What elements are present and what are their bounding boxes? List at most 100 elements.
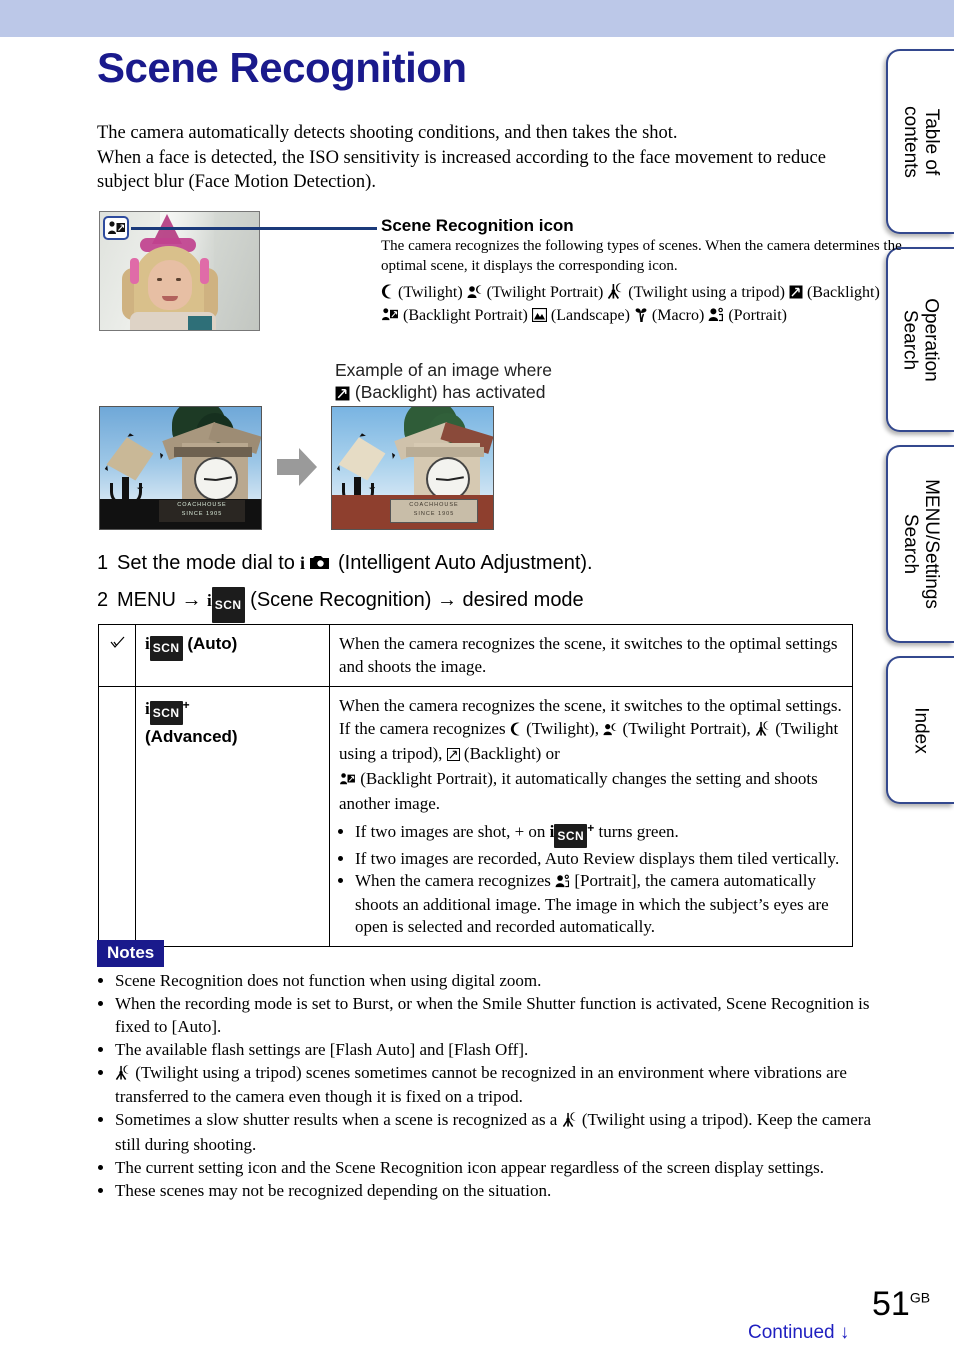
table-row: i SCN (Auto) When the camera recognizes t…	[98, 624, 853, 687]
example-caption: Example of an image where (Backlight) ha…	[335, 359, 552, 406]
sign-line-1: COACHHOUSE	[177, 502, 227, 508]
portrait-icon	[555, 872, 570, 894]
continued-label: Continued	[748, 1322, 835, 1343]
intro-line-1: The camera automatically detects shootin…	[97, 123, 678, 143]
list-item: These scenes may not be recognized depen…	[115, 1180, 883, 1203]
callout-body-text: The camera recognizes the following type…	[381, 238, 902, 274]
mode-label-auto: (Auto)	[187, 634, 238, 653]
procedure-steps: 1 Set the mode dial to i (Intelligent Aut…	[97, 546, 857, 623]
step-1: 1 Set the mode dial to i (Intelligent Aut…	[97, 546, 857, 583]
tab-index[interactable]: Index	[886, 656, 954, 804]
backlight-icon	[789, 284, 803, 305]
list-item: If two images are shot, + on iSCN+ turns…	[355, 817, 843, 848]
callout-heading: Scene Recognition icon	[381, 216, 574, 235]
continued-link[interactable]: Continued ↓	[748, 1322, 849, 1344]
step-2-text-after: desired mode	[462, 589, 584, 611]
sign-line-2: SINCE 1905	[181, 511, 223, 517]
backlight-icon	[335, 384, 350, 406]
twilight-tripod-icon	[607, 283, 624, 305]
mode-description-cell-auto: When the camera recognizes the scene, it…	[329, 624, 853, 687]
svg-text:i: i	[300, 553, 305, 572]
scene-label-portrait: (Portrait)	[728, 307, 787, 324]
step-1-text-after: (Intelligent Auto Adjustment).	[338, 552, 593, 574]
scene-types-list: (Twilight) (Twilight Portrait) (Twilight…	[381, 282, 947, 328]
scene-label-backlight-portrait: (Backlight Portrait)	[403, 307, 528, 324]
right-arrow-icon	[277, 448, 317, 486]
twilight-portrait-icon	[603, 719, 618, 742]
step-2-text-mid: (Scene Recognition)	[250, 589, 432, 611]
mode-description-cell-advanced: When the camera recognizes the scene, it…	[329, 686, 853, 947]
intro-paragraph: The camera automatically detects shootin…	[97, 121, 842, 195]
step-2-number: 2	[97, 589, 109, 611]
list-item: If two images are recorded, Auto Review …	[355, 848, 843, 870]
backlight-portrait-icon	[339, 769, 356, 792]
i-scn-plus-icon: SCN	[554, 824, 588, 848]
check-icon	[110, 634, 125, 653]
list-item: The available flash settings are [Flash …	[115, 1039, 883, 1062]
tab-menu-settings-search[interactable]: MENU/Settings Search	[886, 445, 954, 643]
mode-label-advanced: (Advanced)	[145, 727, 238, 746]
plus-sign: +	[182, 698, 190, 712]
list-item: Sometimes a slow shutter results when a …	[115, 1109, 883, 1156]
plus-sign: +	[587, 821, 595, 835]
page-number-value: 51	[872, 1285, 910, 1323]
scene-label-landscape: (Landscape)	[550, 307, 630, 324]
i-scn-icon: SCN	[211, 587, 245, 623]
twilight-tripod-icon	[755, 719, 771, 742]
i-scn-plus-icon: SCN	[149, 701, 183, 725]
advanced-desc-twilight-portrait: (Twilight Portrait),	[622, 719, 751, 738]
twilight-icon	[510, 719, 522, 742]
bullet-3-text-before: When the camera recognizes	[355, 871, 551, 890]
twilight-icon	[381, 284, 394, 305]
tab-menu-settings-search-label: MENU/Settings Search	[900, 479, 942, 609]
default-setting-marker-cell-empty	[98, 686, 136, 947]
list-item: When the recording mode is set to Burst,…	[115, 993, 883, 1038]
bullet-1-text-before: If two images are shot, + on	[355, 822, 546, 841]
backlight-portrait-icon	[103, 216, 129, 240]
scene-label-twilight: (Twilight)	[398, 284, 463, 301]
page-region-code: GB	[909, 1289, 931, 1306]
scene-label-twilight-portrait: (Twilight Portrait)	[486, 284, 604, 301]
document-page: Table of contents Operation Search MENU/…	[0, 0, 954, 1369]
example-caption-line-1: Example of an image where	[335, 360, 552, 380]
step-2-menu-label: MENU	[117, 589, 176, 611]
intro-line-2: When a face is detected, the ISO sensiti…	[97, 147, 826, 193]
twilight-portrait-icon	[467, 284, 483, 305]
side-tab-bar: Table of contents Operation Search MENU/…	[880, 37, 954, 804]
notes-heading-badge: Notes	[97, 940, 165, 967]
step-1-number: 1	[97, 552, 109, 574]
list-item: The current setting icon and the Scene R…	[115, 1157, 883, 1180]
tab-table-of-contents[interactable]: Table of contents	[886, 49, 954, 234]
advanced-desc-backlight: (Backlight) or	[463, 744, 560, 763]
tab-index-label: Index	[910, 706, 932, 754]
scene-label-backlight: (Backlight)	[806, 284, 880, 301]
table-row: i SCN+ (Advanced) When the camera recogni…	[98, 686, 853, 947]
macro-icon	[634, 307, 648, 328]
advanced-bullet-list: If two images are shot, + on iSCN+ turns…	[339, 817, 843, 938]
step-2-arrow-2: →	[436, 589, 457, 611]
callout-leader-line	[131, 227, 377, 230]
twilight-tripod-icon	[115, 1064, 131, 1087]
advanced-desc-twilight: (Twilight),	[526, 719, 600, 738]
scene-recognition-modes-table: i SCN (Auto) When the camera recognizes t…	[98, 624, 853, 947]
example-caption-line-2: (Backlight) has activated	[354, 382, 546, 402]
scene-label-macro: (Macro)	[651, 307, 705, 324]
list-item: When the camera recognizes [Portrait], t…	[355, 870, 843, 938]
bullet-1-text-after: turns green.	[598, 822, 679, 841]
list-item: (Twilight using a tripod) scenes sometim…	[115, 1062, 883, 1109]
page-title: Scene Recognition	[97, 44, 467, 91]
i-scn-icon: SCN	[149, 636, 183, 661]
tab-table-of-contents-label: Table of contents	[900, 105, 943, 178]
sign-line-1: COACHHOUSE	[409, 502, 459, 508]
notes-list: Scene Recognition does not function when…	[97, 970, 883, 1203]
page-number: 51GB	[872, 1285, 930, 1324]
portrait-icon	[708, 307, 724, 328]
landscape-icon	[531, 307, 547, 328]
backlight-icon	[446, 744, 460, 767]
mode-name-cell-advanced: i SCN+ (Advanced)	[135, 686, 330, 947]
example-image-before: COACHHOUSE SINCE 1905	[99, 406, 262, 530]
mode-name-cell-auto: i SCN (Auto)	[135, 624, 330, 687]
intelligent-auto-icon: i	[300, 549, 332, 583]
backlight-portrait-icon	[381, 307, 399, 328]
default-setting-marker-cell	[98, 624, 136, 687]
